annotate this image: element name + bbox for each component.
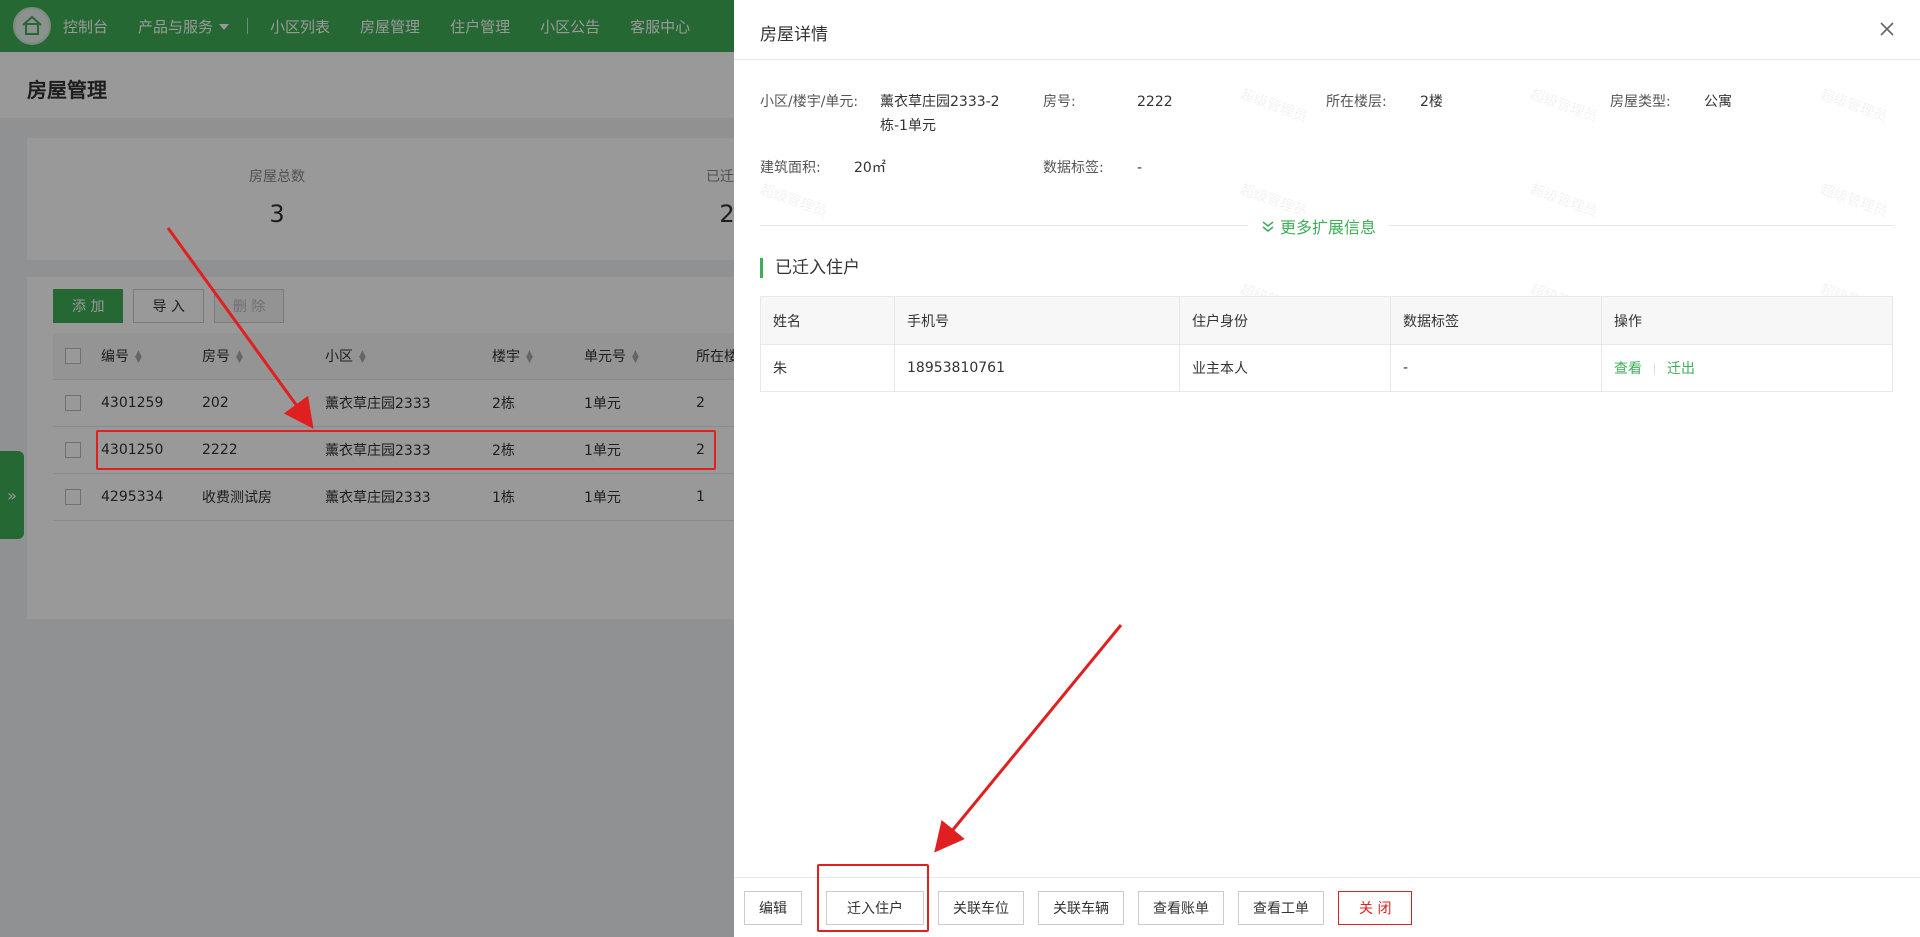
resident-table: 姓名 手机号 住户身份 数据标签 操作 朱 18953810761 业主本人 -…	[760, 296, 1893, 392]
cell-identity: 业主本人	[1179, 344, 1391, 392]
house-detail-drawer: 超级管理员 超级管理员 超级管理员 超级管理员 超级管理员 超级管理员 超级管理…	[734, 0, 1920, 937]
cell-tag: -	[1390, 344, 1602, 392]
cell-name: 朱	[760, 344, 895, 392]
info-community-value-line2: 栋-1单元	[880, 118, 936, 134]
edit-button[interactable]: 编辑	[744, 890, 802, 925]
info-area: 建筑面积: 20㎡	[760, 156, 1030, 180]
view-ticket-button[interactable]: 查看工单	[1238, 890, 1324, 925]
more-info-label: 更多扩展信息	[1280, 218, 1377, 237]
info-community: 小区/楼宇/单元: 薰衣草庄园2333-2 栋-1单元	[760, 90, 1030, 140]
col-actions: 操作	[1601, 296, 1893, 345]
info-type: 房屋类型: 公寓	[1610, 90, 1880, 114]
drawer-header: 房屋详情	[734, 0, 1920, 60]
double-chevron-down-icon	[1262, 221, 1274, 233]
info-tag-label: 数据标签:	[1043, 160, 1104, 176]
highlight-box-move-in-button	[817, 864, 929, 932]
drawer-title: 房屋详情	[760, 25, 828, 45]
info-room-value: 2222	[1137, 94, 1173, 110]
cell-phone: 18953810761	[894, 344, 1180, 392]
highlight-box-selected-row	[96, 430, 716, 470]
view-resident-link[interactable]: 查看	[1614, 361, 1642, 377]
info-type-value: 公寓	[1704, 94, 1732, 110]
watermark-text: 超级管理员	[1818, 181, 1890, 221]
more-info-toggle[interactable]: 更多扩展信息	[1248, 214, 1389, 238]
info-type-label: 房屋类型:	[1610, 94, 1671, 110]
info-community-label: 小区/楼宇/单元:	[760, 94, 859, 110]
info-room: 房号: 2222	[1043, 90, 1313, 114]
info-floor-value: 2楼	[1420, 94, 1443, 110]
link-parking-button[interactable]: 关联车位	[938, 890, 1024, 925]
info-room-label: 房号:	[1043, 94, 1076, 110]
watermark-text: 超级管理员	[1528, 181, 1600, 221]
info-tag: 数据标签: -	[1043, 156, 1313, 180]
col-tag: 数据标签	[1390, 296, 1602, 345]
resident-row: 朱 18953810761 业主本人 - 查看 迁出	[760, 344, 1893, 392]
info-tag-value: -	[1137, 160, 1143, 176]
info-floor-label: 所在楼层:	[1326, 94, 1387, 110]
close-icon[interactable]	[1876, 18, 1898, 40]
close-button[interactable]: 关 闭	[1338, 890, 1413, 925]
resident-header-row: 姓名 手机号 住户身份 数据标签 操作	[760, 296, 1893, 345]
info-community-value: 薰衣草庄园2333-2 栋-1单元	[880, 90, 1015, 138]
info-area-value: 20㎡	[854, 160, 886, 176]
info-area-label: 建筑面积:	[760, 160, 821, 176]
cell-actions: 查看 迁出	[1601, 344, 1893, 392]
action-divider	[1654, 363, 1655, 375]
col-phone: 手机号	[894, 296, 1180, 345]
section-title-residents: 已迁入住户	[760, 258, 860, 278]
col-identity: 住户身份	[1179, 296, 1391, 345]
info-community-value-line1: 薰衣草庄园2333-2	[880, 94, 1000, 110]
view-bill-button[interactable]: 查看账单	[1138, 890, 1224, 925]
link-vehicle-button[interactable]: 关联车辆	[1038, 890, 1124, 925]
move-out-link[interactable]: 迁出	[1667, 361, 1695, 377]
watermark-text: 超级管理员	[758, 181, 830, 221]
info-floor: 所在楼层: 2楼	[1326, 90, 1596, 114]
col-name: 姓名	[760, 296, 895, 345]
